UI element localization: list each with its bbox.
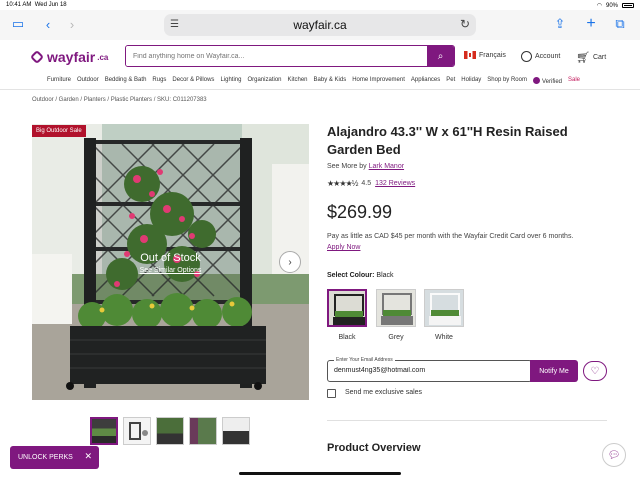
section-divider [327,420,607,421]
status-time: 10:41 AM Wed Jun 18 [6,2,67,8]
exclusive-sales-checkbox[interactable] [327,389,336,398]
share-icon[interactable]: ⇪ [552,16,568,32]
white-swatch-image [425,290,463,326]
nav-item-holiday[interactable]: Holiday [461,77,481,85]
home-indicator [239,472,401,475]
unlock-perks-banner[interactable]: UNLOCK PERKS ✕ [10,446,99,469]
rating-row: ★★★★½ 4.5 132 Reviews [327,179,415,188]
category-nav: Furniture Outdoor Bedding & Bath Rugs Decor … [0,72,640,90]
logo-mark-icon [29,49,45,65]
close-icon[interactable]: ✕ [84,451,92,462]
heart-icon: ♡ [590,365,600,377]
see-similar-link[interactable]: See Similar Options [32,267,309,274]
address-bar[interactable]: ☰ wayfair.ca ↻ [164,14,476,36]
notify-me-button[interactable]: Notify Me [530,360,578,382]
nav-item-baby-kids[interactable]: Baby & Kids [314,77,347,85]
nav-item-verified[interactable]: Verified [532,77,562,85]
reload-icon[interactable]: ↻ [460,17,470,31]
chat-button[interactable]: 💬︎ [602,443,626,467]
nav-item-outdoor[interactable]: Outdoor [77,77,99,85]
reviews-link[interactable]: 132 Reviews [375,180,415,187]
verified-badge-icon [532,77,540,84]
language-toggle[interactable]: Français [464,51,506,59]
canada-flag-icon [464,51,476,59]
email-field-label: Enter Your Email Address [334,357,395,363]
nav-item-sale[interactable]: Sale [568,77,580,85]
next-image-button[interactable]: › [279,251,301,273]
sidebar-icon[interactable]: ▭ [10,16,26,32]
nav-item-home-improvement[interactable]: Home Improvement [352,77,405,85]
thumbnail-3[interactable] [156,417,184,445]
apply-now-link[interactable]: Apply Now [327,244,360,251]
nav-item-decor-pillows[interactable]: Decor & Pillows [172,77,214,85]
rating-value: 4.5 [361,180,372,187]
tabs-overview-icon[interactable]: ⧉ [612,16,628,32]
chat-icon: 💬︎ [607,449,621,461]
wifi-icon: ◠ [596,3,602,9]
colour-swatch-black[interactable] [327,289,367,327]
site-header: wayfair.ca ⌕ Français Account 🛒︎ Cart [0,40,640,72]
thumbnail-4[interactable] [189,417,217,445]
thumbnail-5[interactable] [222,417,250,445]
see-more-by: See More by Lark Manor [327,163,405,170]
product-title: Alajandro 43.3'' W x 61''H Resin Raised … [327,124,568,157]
category-nav-list: Furniture Outdoor Bedding & Bath Rugs Decor … [47,77,580,85]
breadcrumb: Outdoor / Garden / Planters / Plastic Pl… [32,97,207,103]
colour-swatch-grey[interactable] [376,289,416,327]
sale-badge: Big Outdoor Sale [32,125,86,137]
grey-swatch-image [377,290,415,326]
thumbnail-strip [90,417,250,445]
nav-item-pet[interactable]: Pet [446,77,455,85]
finance-offer: Pay as little as CAD $45 per month with … [327,233,574,251]
nav-item-organization[interactable]: Organization [247,77,281,85]
email-field-wrapper: Enter Your Email Address [327,357,532,382]
thumbnail-2[interactable] [123,417,151,445]
status-right: ◠ 90% [597,2,634,9]
nav-item-bedding-bath[interactable]: Bedding & Bath [105,77,147,85]
product-overview-heading[interactable]: Product Overview [327,442,421,454]
back-arrow-icon[interactable]: ‹ [40,16,56,32]
nav-item-shop-by-room[interactable]: Shop by Room [487,77,527,85]
forward-arrow-icon[interactable]: › [64,16,80,32]
selected-colour: Black [376,272,394,279]
out-of-stock-label: Out of Stock [140,252,201,264]
battery-icon [622,3,634,8]
brand-link[interactable]: Lark Manor [369,163,404,170]
cart-icon: 🛒︎ [576,52,590,64]
nav-item-furniture[interactable]: Furniture [47,77,71,85]
black-swatch-image [329,291,365,325]
product-price: $269.99 [327,202,393,222]
account-icon [521,51,532,62]
thumbnail-1[interactable] [90,417,118,445]
star-rating-icon: ★★★★½ [327,179,358,188]
favorite-button[interactable]: ♡ [583,361,607,381]
nav-item-lighting[interactable]: Lighting [220,77,241,85]
url-text: wayfair.ca [293,18,347,32]
search-box: ⌕ [125,45,455,67]
search-icon: ⌕ [437,50,444,62]
exclusive-sales-label: Send me exclusive sales [345,389,423,396]
chevron-right-icon: › [288,256,292,268]
colour-label-black: Black [338,334,356,341]
colour-label-grey: Grey [388,334,404,341]
nav-item-appliances[interactable]: Appliances [411,77,440,85]
search-button[interactable]: ⌕ [427,46,454,66]
browser-toolbar: ▭ ‹ › ••• ☰ wayfair.ca ↻ ⇪ + ⧉ [0,10,640,40]
colour-label-white: White [435,334,453,341]
battery-percent: 90% [605,2,618,9]
nav-item-rugs[interactable]: Rugs [152,77,166,85]
nav-item-kitchen[interactable]: Kitchen [288,77,308,85]
colour-label: Select Colour: Black [327,272,394,279]
search-input[interactable] [126,46,428,66]
cart-link[interactable]: 🛒︎ Cart [576,51,606,64]
email-field[interactable] [334,367,524,374]
wayfair-logo[interactable]: wayfair .ca [29,49,108,65]
account-link[interactable]: Account [521,51,560,62]
new-tab-icon[interactable]: + [583,15,599,32]
colour-swatch-white[interactable] [424,289,464,327]
